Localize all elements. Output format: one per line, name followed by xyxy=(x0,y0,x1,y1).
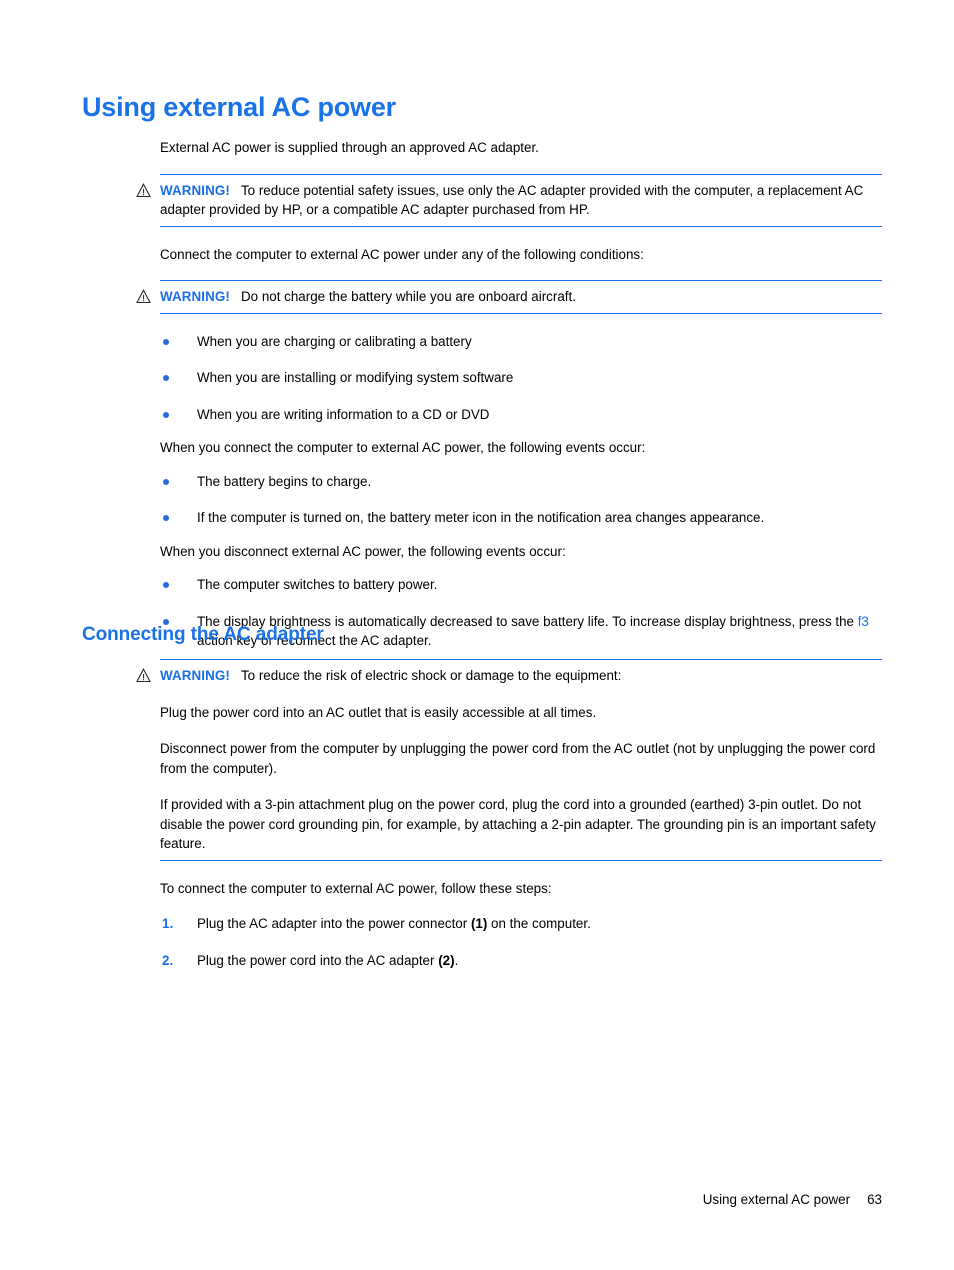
warning-triangle-icon xyxy=(136,289,151,304)
intro-paragraph: External AC power is supplied through an… xyxy=(160,140,539,155)
disconnect-events-intro: When you disconnect external AC power, t… xyxy=(160,543,566,559)
list-item: 2. Plug the power cord into the AC adapte… xyxy=(160,951,882,971)
list-item: If the computer is turned on, the batter… xyxy=(160,508,882,528)
warning-3-text: WARNING! To reduce the risk of electric s… xyxy=(160,666,882,686)
main-content-upper: External AC power is supplied through an… xyxy=(136,138,882,651)
warning-3-body: To reduce the risk of electric shock or … xyxy=(240,668,622,683)
bullet-icon xyxy=(163,375,169,381)
warning-2-body: Do not charge the battery while you are … xyxy=(240,289,576,304)
bullet-icon xyxy=(163,515,169,521)
list-item-text: The computer switches to battery power. xyxy=(197,577,438,592)
warning-1-label: WARNING! xyxy=(160,182,230,198)
bullet-icon xyxy=(163,338,169,345)
connect-events-list: The battery begins to charge. If the com… xyxy=(160,472,882,528)
warning-3-label: WARNING! xyxy=(160,668,230,683)
connect-events-intro: When you connect the computer to externa… xyxy=(160,440,646,455)
page-footer: Using external AC power 63 xyxy=(0,1192,954,1207)
list-item: The battery begins to charge. xyxy=(160,472,882,492)
warning-2-text: WARNING! Do not charge the battery while … xyxy=(160,287,882,307)
list-item: When you are writing information to a CD… xyxy=(160,405,882,425)
step-number: 2. xyxy=(162,952,174,968)
list-item-text: When you are charging or calibrating a b… xyxy=(197,333,472,349)
document-page: Using external AC power External AC powe… xyxy=(0,0,954,1270)
step-text-after: on the computer. xyxy=(487,916,591,931)
bullet-icon xyxy=(163,411,169,418)
warning-3-paragraph-2: Plug the power cord into an AC outlet th… xyxy=(160,704,597,720)
list-item-text: The battery begins to charge. xyxy=(197,473,372,489)
subsection-title: Connecting the AC adapter xyxy=(82,624,324,645)
warning-2-label: WARNING! xyxy=(160,289,230,304)
list-item-text: When you are installing or modifying sys… xyxy=(197,370,514,385)
warning-block-2: WARNING! Do not charge the battery while … xyxy=(136,280,882,314)
list-item: 1. Plug the AC adapter into the power con… xyxy=(160,914,882,934)
main-content-lower: WARNING! To reduce the risk of electric s… xyxy=(136,659,882,970)
steps-list: 1. Plug the AC adapter into the power con… xyxy=(160,914,882,970)
warning-block-1: WARNING! To reduce potential safety issue… xyxy=(136,173,882,227)
bullet-icon xyxy=(163,478,169,485)
list-item: When you are installing or modifying sys… xyxy=(160,368,882,388)
warning-triangle-icon xyxy=(136,668,151,683)
bullet-icon xyxy=(163,582,169,588)
step-text-after: . xyxy=(454,952,459,968)
step-callout: (2) xyxy=(438,952,455,968)
subsection-heading-wrap: Connecting the AC adapter xyxy=(82,624,882,646)
footer-title: Using external AC power xyxy=(702,1192,851,1207)
step-number: 1. xyxy=(162,916,174,931)
list-item-text: When you are writing information to a CD… xyxy=(197,406,490,422)
list-item-text: If the computer is turned on, the batter… xyxy=(197,510,765,525)
page-title: Using external AC power xyxy=(82,92,396,122)
warning-3-paragraph-3: Disconnect power from the computer by un… xyxy=(160,741,876,776)
step-text-before: Plug the AC adapter into the power conne… xyxy=(197,916,471,931)
warning-1-body: To reduce potential safety issues, use o… xyxy=(160,182,864,218)
conditions-list: When you are charging or calibrating a b… xyxy=(160,332,882,425)
list-item: When you are charging or calibrating a b… xyxy=(160,332,882,352)
steps-intro: To connect the computer to external AC p… xyxy=(160,880,552,896)
warning-block-3: WARNING! To reduce the risk of electric s… xyxy=(136,659,882,861)
conditions-intro-paragraph: Connect the computer to external AC powe… xyxy=(160,246,644,262)
list-item: The computer switches to battery power. xyxy=(160,575,882,595)
footer-page-number: 63 xyxy=(867,1192,882,1207)
warning-triangle-icon xyxy=(136,182,151,198)
step-callout: (1) xyxy=(470,916,488,931)
warning-3-paragraph-4: If provided with a 3-pin attachment plug… xyxy=(160,797,876,851)
step-text-before: Plug the power cord into the AC adapter xyxy=(197,952,439,968)
warning-1-text: WARNING! To reduce potential safety issue… xyxy=(160,181,882,220)
